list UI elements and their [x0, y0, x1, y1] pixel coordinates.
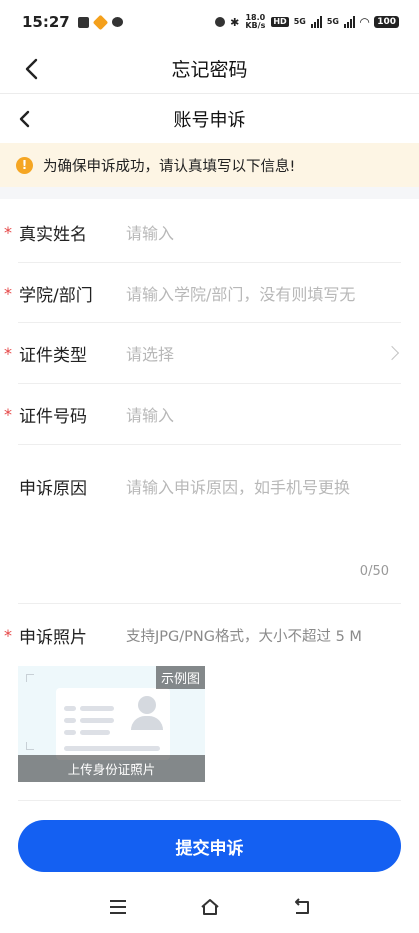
bluetooth-icon: ✱: [230, 15, 240, 29]
field-label: 证件号码: [19, 406, 87, 427]
alarm-icon: [215, 17, 226, 27]
required-mark: *: [4, 222, 12, 242]
sample-badge: 示例图: [155, 666, 205, 689]
battery-icon: 100: [374, 16, 399, 28]
sub-page-title: 账号申诉: [173, 110, 246, 131]
real-name-input[interactable]: 请输入: [126, 220, 174, 244]
top-navbar: 忘记密码: [0, 44, 419, 94]
field-id-type[interactable]: * 证件类型 请选择: [0, 333, 419, 373]
field-label: 真实姓名: [19, 224, 87, 245]
field-label: 学院/部门: [19, 285, 93, 306]
chevron-left-icon[interactable]: [18, 54, 48, 84]
required-mark: *: [4, 625, 12, 645]
id-number-input[interactable]: 请输入: [126, 402, 174, 426]
photo-upload-area[interactable]: 示例图 上传身份证照片: [18, 666, 205, 782]
required-mark: *: [4, 283, 12, 303]
message-icon: [111, 17, 123, 27]
status-time: 15:27: [22, 13, 70, 31]
department-input[interactable]: 请输入学院/部门，没有则填写无: [126, 281, 355, 305]
network-label-2: 5G: [326, 17, 339, 26]
clipboard-icon: [77, 16, 89, 28]
photo-hint: 支持JPG/PNG格式，大小不超过 5 M: [126, 628, 362, 645]
id-card-illustration: [56, 688, 170, 760]
chevron-left-icon[interactable]: [14, 107, 38, 131]
required-mark: *: [4, 343, 12, 363]
wifi-icon: ◠: [359, 15, 370, 29]
field-label: 申诉原因: [19, 478, 87, 499]
sub-navbar: 账号申诉: [0, 95, 419, 143]
back-icon[interactable]: [291, 896, 313, 918]
signal-icon-1: [310, 16, 322, 28]
exclamation-icon: !: [16, 156, 33, 174]
chevron-right-icon[interactable]: [384, 345, 400, 361]
page-title: 忘记密码: [171, 59, 248, 81]
home-icon[interactable]: [199, 896, 221, 918]
menu-icon[interactable]: [107, 896, 129, 918]
status-bar: 15:27 ✱ 18.0 KB/s HD 5G 5G ◠ 100: [0, 0, 419, 44]
field-reason[interactable]: 申诉原因 请输入申诉原因，如手机号更换: [0, 466, 419, 506]
hd-badge: HD: [271, 17, 289, 27]
notice-text: 为确保申诉成功，请认真填写以下信息!: [43, 158, 296, 175]
required-mark: *: [4, 404, 12, 424]
notice-banner: ! 为确保申诉成功，请认真填写以下信息!: [0, 143, 419, 187]
submit-appeal-button[interactable]: 提交申诉: [18, 820, 401, 872]
net-speed: 18.0 KB/s: [245, 13, 266, 30]
upload-caption: 上传身份证照片: [18, 755, 205, 782]
field-real-name[interactable]: * 真实姓名 请输入: [0, 212, 419, 252]
signal-icon-2: [343, 16, 355, 28]
network-label-1: 5G: [293, 17, 306, 26]
reason-char-counter: 0/50: [359, 564, 389, 579]
field-label: 证件类型: [19, 345, 87, 366]
field-id-number[interactable]: * 证件号码 请输入: [0, 394, 419, 434]
field-department[interactable]: * 学院/部门 请输入学院/部门，没有则填写无: [0, 273, 419, 313]
id-type-select[interactable]: 请选择: [126, 341, 174, 365]
heart-icon: [92, 14, 109, 30]
reason-textarea[interactable]: 请输入申诉原因，如手机号更换: [126, 474, 350, 498]
system-navigation-bar: [0, 880, 419, 933]
field-label: 申诉照片: [19, 627, 87, 648]
field-photo: * 申诉照片 支持JPG/PNG格式，大小不超过 5 M: [0, 615, 419, 655]
avatar-icon: [138, 696, 156, 714]
